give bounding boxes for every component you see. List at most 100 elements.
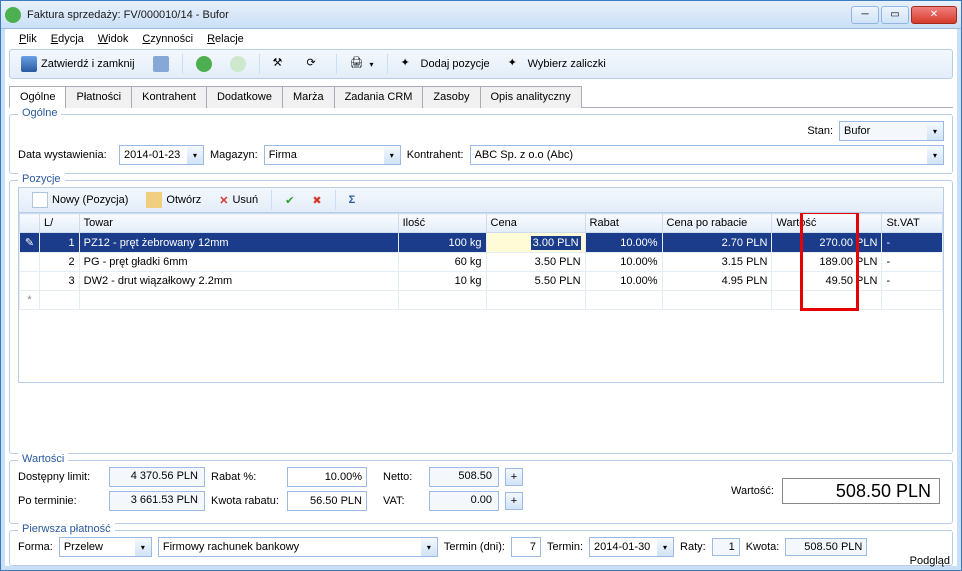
rachunek-combo[interactable]: ▾ <box>158 537 438 557</box>
back-button[interactable] <box>189 53 219 75</box>
kwota-value: 508.50 PLN <box>785 538 867 556</box>
dodaj-pozycje-button[interactable]: ✦ Dodaj pozycje <box>394 53 497 75</box>
wybierz-zaliczki-label: Wybierz zaliczki <box>528 58 606 70</box>
print-button[interactable]: 🖨▾ <box>343 53 381 75</box>
forward-button[interactable] <box>223 53 253 75</box>
tab-zadania-crm[interactable]: Zadania CRM <box>334 86 424 108</box>
refresh-button[interactable]: ⟳ <box>300 53 330 75</box>
check-button[interactable]: ✔ <box>278 190 301 210</box>
raty-label: Raty: <box>680 541 706 553</box>
zatwierdz-button[interactable]: Zatwierdź i zamknij <box>14 53 142 75</box>
col-wartosc[interactable]: Wartość <box>772 214 882 233</box>
stan-label: Stan: <box>807 125 833 137</box>
table-row[interactable]: 3 DW2 - drut wiązałkowy 2.2mm 10 kg 5.50… <box>20 272 943 291</box>
col-cena[interactable]: Cena <box>486 214 585 233</box>
chevron-down-icon[interactable]: ▾ <box>421 537 438 557</box>
tab-dodatkowe[interactable]: Dodatkowe <box>206 86 283 108</box>
menu-edycja[interactable]: Edycja <box>45 31 90 47</box>
poterminie-label: Po terminie: <box>18 495 103 507</box>
check-icon: ✔ <box>285 194 294 207</box>
rachunek-input[interactable] <box>158 537 421 557</box>
pozycje-legend: Pozycje <box>18 173 65 185</box>
save-icon <box>21 56 37 72</box>
stan-combo[interactable]: ▾ <box>839 121 944 141</box>
forma-input[interactable] <box>59 537 135 557</box>
printer-icon: 🖨 <box>350 56 366 72</box>
col-cena-po-rabacie[interactable]: Cena po rabacie <box>662 214 772 233</box>
main-toolbar: Zatwierdź i zamknij ⚒ ⟳ 🖨▾ ✦ Dodaj pozyc… <box>9 49 953 79</box>
sum-button[interactable]: Σ <box>342 190 363 210</box>
minimize-button[interactable]: ─ <box>851 6 879 24</box>
chevron-down-icon[interactable]: ▾ <box>187 145 204 165</box>
menu-plik[interactable]: Plik <box>13 31 43 47</box>
wybierz-zaliczki-button[interactable]: ✦ Wybierz zaliczki <box>501 53 613 75</box>
col-ilosc[interactable]: Ilość <box>398 214 486 233</box>
vat-plus-button[interactable]: + <box>505 492 523 510</box>
wartosci-legend: Wartości <box>18 453 68 465</box>
grid-header-row: L/ Towar Ilość Cena Rabat Cena po rabaci… <box>20 214 943 233</box>
kontrahent-input[interactable] <box>470 145 927 165</box>
termin-input[interactable] <box>589 537 657 557</box>
nowy-button[interactable]: Nowy (Pozycja) <box>25 190 135 210</box>
tab-marza[interactable]: Marża <box>282 86 335 108</box>
platnosc-legend: Pierwsza płatność <box>18 523 115 535</box>
tabstrip: Ogólne Płatności Kontrahent Dodatkowe Ma… <box>9 85 953 108</box>
termin-dni-input[interactable] <box>511 537 541 557</box>
netto-plus-button[interactable]: + <box>505 468 523 486</box>
ogolne-group: Ogólne Stan: ▾ Data wystawienia: ▾ Magaz… <box>9 114 953 174</box>
menu-widok[interactable]: Widok <box>92 31 135 47</box>
podglad-link[interactable]: Podgląd <box>910 555 950 567</box>
col-rabat[interactable]: Rabat <box>585 214 662 233</box>
delete-icon: ✕ <box>219 194 228 207</box>
termin-combo[interactable]: ▾ <box>589 537 674 557</box>
app-icon <box>5 7 21 23</box>
vat-label: VAT: <box>383 495 423 507</box>
new-icon <box>32 192 48 208</box>
magazyn-combo[interactable]: ▾ <box>264 145 401 165</box>
col-stvat[interactable]: St.VAT <box>882 214 943 233</box>
maximize-button[interactable]: ▭ <box>881 6 909 24</box>
ogolne-legend: Ogólne <box>18 107 61 119</box>
col-lp[interactable]: L/ <box>40 214 80 233</box>
tab-opis[interactable]: Opis analityczny <box>480 86 582 108</box>
table-row[interactable]: ✎ 1 PZ12 - pręt żebrowany 12mm 100 kg 3.… <box>20 233 943 253</box>
rabat-pct-input[interactable] <box>287 467 367 487</box>
tab-kontrahent[interactable]: Kontrahent <box>131 86 207 108</box>
menu-relacje[interactable]: Relacje <box>201 31 250 47</box>
cancel-button[interactable]: ✖ <box>305 190 328 210</box>
data-input[interactable] <box>119 145 187 165</box>
tab-zasoby[interactable]: Zasoby <box>422 86 480 108</box>
forma-combo[interactable]: ▾ <box>59 537 152 557</box>
pozycje-grid[interactable]: L/ Towar Ilość Cena Rabat Cena po rabaci… <box>18 213 944 383</box>
new-row[interactable]: * <box>20 291 943 310</box>
forma-label: Forma: <box>18 541 53 553</box>
table-row[interactable]: 2 PG - pręt gładki 6mm 60 kg 3.50 PLN 10… <box>20 253 943 272</box>
chevron-down-icon[interactable]: ▾ <box>927 121 944 141</box>
raty-value: 1 <box>712 538 740 556</box>
magazyn-label: Magazyn: <box>210 149 258 161</box>
chevron-down-icon[interactable]: ▾ <box>927 145 944 165</box>
cena-editor[interactable]: 3.00 PLN <box>486 233 585 253</box>
chevron-down-icon[interactable]: ▾ <box>657 537 674 557</box>
close-button[interactable]: ✕ <box>911 6 957 24</box>
chevron-down-icon[interactable]: ▾ <box>135 537 152 557</box>
usun-button[interactable]: ✕ Usuń <box>212 190 265 210</box>
kwota-rabatu-label: Kwota rabatu: <box>211 495 281 507</box>
menu-czynnosci[interactable]: Czynności <box>136 31 199 47</box>
kwota-rabatu-input[interactable] <box>287 491 367 511</box>
data-combo[interactable]: ▾ <box>119 145 204 165</box>
col-towar[interactable]: Towar <box>79 214 398 233</box>
tab-ogolne[interactable]: Ogólne <box>9 86 66 108</box>
kontrahent-combo[interactable]: ▾ <box>470 145 944 165</box>
kontrahent-label: Kontrahent: <box>407 149 464 161</box>
magazyn-input[interactable] <box>264 145 384 165</box>
save-as-button[interactable] <box>146 53 176 75</box>
tab-platnosci[interactable]: Płatności <box>65 86 132 108</box>
netto-value: 508.50 <box>429 467 499 487</box>
chevron-down-icon[interactable]: ▾ <box>384 145 401 165</box>
arrow-right-icon <box>230 56 246 72</box>
otworz-button[interactable]: Otwórz <box>139 190 208 210</box>
tools-button[interactable]: ⚒ <box>266 53 296 75</box>
rabat-pct-label: Rabat %: <box>211 471 281 483</box>
stan-input[interactable] <box>839 121 927 141</box>
